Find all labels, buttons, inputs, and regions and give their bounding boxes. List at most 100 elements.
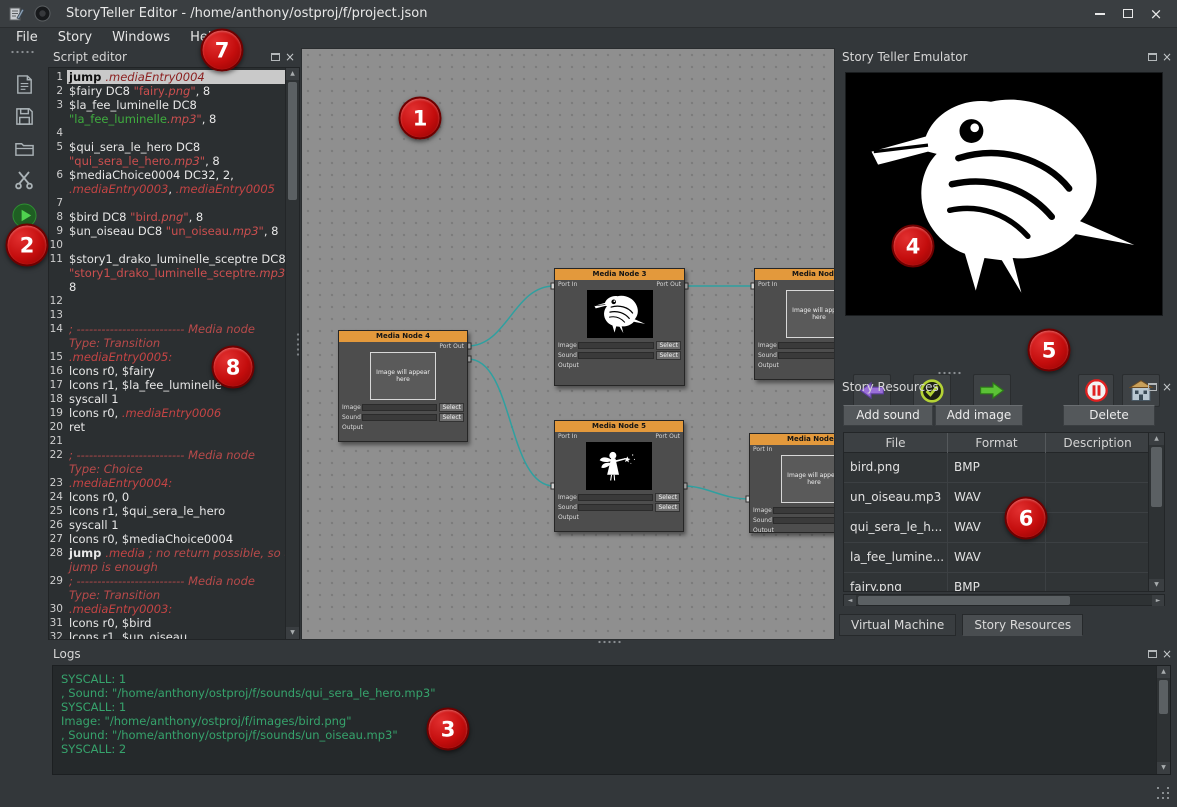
scroll-down-icon[interactable]: ▼	[286, 627, 299, 639]
table-horizontal-scrollbar[interactable]: ◄ ►	[843, 594, 1165, 606]
media-node[interactable]: Media Node 5Port InPort OutImageSelectSo…	[554, 420, 684, 532]
resource-row[interactable]: qui_sera_le_h...WAV	[844, 513, 1150, 543]
new-script-button[interactable]	[8, 70, 40, 98]
tab-story-resources[interactable]: Story Resources	[962, 614, 1083, 636]
close-panel-icon[interactable]: ×	[285, 52, 295, 62]
scroll-down-icon[interactable]: ▼	[1149, 579, 1164, 591]
code-line: jump is enough	[49, 560, 285, 574]
splitter-emulator-resources[interactable]	[937, 371, 963, 375]
node-image-preview	[586, 442, 652, 490]
scroll-down-icon[interactable]: ▼	[1157, 762, 1170, 774]
scrollbar-thumb[interactable]	[858, 596, 1070, 605]
node-ports: Port InPort Out	[555, 432, 683, 441]
scroll-left-icon[interactable]: ◄	[844, 595, 856, 606]
float-panel-icon[interactable]	[1148, 383, 1157, 391]
menu-help[interactable]: Help	[180, 28, 230, 48]
node-select-button[interactable]: Select	[439, 403, 464, 412]
float-panel-icon[interactable]	[271, 53, 280, 61]
node-title: Media Node 4	[339, 331, 467, 342]
scroll-up-icon[interactable]: ▲	[286, 68, 299, 80]
scrollbar-thumb[interactable]	[1159, 680, 1168, 714]
float-panel-icon[interactable]	[1148, 650, 1157, 658]
close-panel-icon[interactable]: ×	[1162, 382, 1172, 392]
script-editor-panel: Script editor × 1jump .mediaEntry00042$f…	[48, 48, 300, 640]
code-line: 9$un_oiseau DC8 "un_oiseau.mp3", 8	[49, 224, 285, 238]
code-line: .mediaEntry0003, .mediaEntry0005	[49, 182, 285, 196]
scrollbar-thumb[interactable]	[288, 82, 297, 200]
column-format[interactable]: Format	[948, 433, 1046, 453]
media-node[interactable]: Media Node 4Port OutImage will appear he…	[338, 330, 468, 442]
node-canvas[interactable]: Media Node 4Port OutImage will appear he…	[301, 48, 835, 640]
column-file[interactable]: File	[844, 433, 948, 453]
open-button[interactable]	[8, 134, 40, 162]
page-icon	[14, 74, 35, 95]
node-ports: Port InPort Out	[750, 445, 835, 454]
node-select-button[interactable]: Select	[655, 493, 680, 502]
node-select-button[interactable]: Select	[656, 351, 681, 360]
scrollbar-thumb[interactable]	[1151, 447, 1162, 507]
column-description[interactable]: Description	[1046, 433, 1150, 453]
add-sound-button[interactable]: Add sound	[843, 405, 933, 426]
log-line: , Sound: "/home/anthony/ostproj/f/sounds…	[61, 686, 1170, 700]
close-window-button[interactable]: ×	[1145, 4, 1167, 24]
code-line: Type: Transition	[49, 336, 285, 350]
code-line: 4	[49, 126, 285, 140]
log-line: , Sound: "/home/anthony/ostproj/f/sounds…	[61, 728, 1170, 742]
resource-row[interactable]: la_fee_lumine...WAV	[844, 543, 1150, 573]
run-button[interactable]	[8, 200, 40, 230]
node-image-preview: Image will appear here	[786, 290, 835, 338]
code-line: 32lcons r1, $un_oiseau	[49, 630, 285, 640]
resize-grip[interactable]	[1157, 787, 1169, 799]
close-panel-icon[interactable]: ×	[1162, 649, 1172, 659]
minimize-button[interactable]	[1089, 4, 1111, 24]
node-select-button[interactable]: Select	[655, 503, 680, 512]
menu-file[interactable]: File	[6, 28, 48, 48]
resource-row[interactable]: bird.pngBMP	[844, 453, 1150, 483]
log-line: Image: "/home/anthony/ostproj/f/images/b…	[61, 714, 1170, 728]
code-line: 8	[49, 280, 285, 294]
close-panel-icon[interactable]: ×	[1162, 52, 1172, 62]
folder-icon	[14, 138, 35, 159]
media-node[interactable]: Media Node 3Port InPort OutImageSelectSo…	[554, 268, 685, 386]
node-ports: Port InPort Out	[555, 280, 684, 289]
log-line: SYSCALL: 1	[61, 700, 1170, 714]
resources-header: Story Resources ×	[837, 378, 1177, 396]
script-editor[interactable]: 1jump .mediaEntry00042$fairy DC8 "fairy.…	[48, 67, 300, 640]
code-line: 31lcons r0, $bird	[49, 616, 285, 630]
node-ports: Port InPort Out	[755, 280, 835, 289]
logs-content[interactable]: ▲ ▼ SYSCALL: 1, Sound: "/home/anthony/os…	[52, 665, 1171, 775]
title-bar[interactable]: StoryTeller Editor - /home/anthony/ostpr…	[0, 0, 1177, 28]
tab-virtual-machine[interactable]: Virtual Machine	[839, 614, 956, 636]
toolbar-drag-handle[interactable]	[10, 50, 36, 54]
scroll-right-icon[interactable]: ►	[1152, 595, 1164, 606]
scroll-up-icon[interactable]: ▲	[1149, 433, 1164, 445]
logs-vertical-scrollbar[interactable]: ▲ ▼	[1156, 666, 1170, 774]
save-button[interactable]	[8, 102, 40, 130]
cut-button[interactable]	[8, 166, 40, 194]
menu-story[interactable]: Story	[48, 28, 102, 48]
float-panel-icon[interactable]	[1148, 53, 1157, 61]
code-line: 11$story1_drako_luminelle_sceptre DC8	[49, 252, 285, 266]
splitter-canvas-logs[interactable]	[597, 640, 623, 644]
node-image-row: ImageSelect	[555, 340, 684, 350]
delete-button[interactable]: Delete	[1063, 405, 1155, 426]
resources-table-body: bird.pngBMPun_oiseau.mp3WAVqui_sera_le_h…	[844, 453, 1150, 592]
node-select-button[interactable]: Select	[439, 413, 464, 422]
node-image-preview: Image will appear here	[781, 455, 835, 503]
media-node[interactable]: Media Node 6Port InPort OutImage will ap…	[754, 268, 835, 380]
play-icon	[12, 203, 37, 228]
code-line: "qui_sera_le_hero.mp3", 8	[49, 154, 285, 168]
scroll-up-icon[interactable]: ▲	[1157, 666, 1170, 678]
resource-row[interactable]: fairy.pngBMP	[844, 573, 1150, 592]
media-node[interactable]: Media Node 7Port InPort OutImage will ap…	[749, 433, 835, 533]
node-output-row: Output	[339, 422, 467, 432]
code-line: 13	[49, 308, 285, 322]
menu-windows[interactable]: Windows	[102, 28, 180, 48]
maximize-button[interactable]	[1117, 4, 1139, 24]
resource-row[interactable]: un_oiseau.mp3WAV	[844, 483, 1150, 513]
code-line: 12	[49, 294, 285, 308]
add-image-button[interactable]: Add image	[935, 405, 1023, 426]
table-vertical-scrollbar[interactable]: ▲ ▼	[1148, 433, 1164, 591]
splitter-editor-canvas[interactable]	[296, 332, 300, 358]
node-select-button[interactable]: Select	[656, 341, 681, 350]
